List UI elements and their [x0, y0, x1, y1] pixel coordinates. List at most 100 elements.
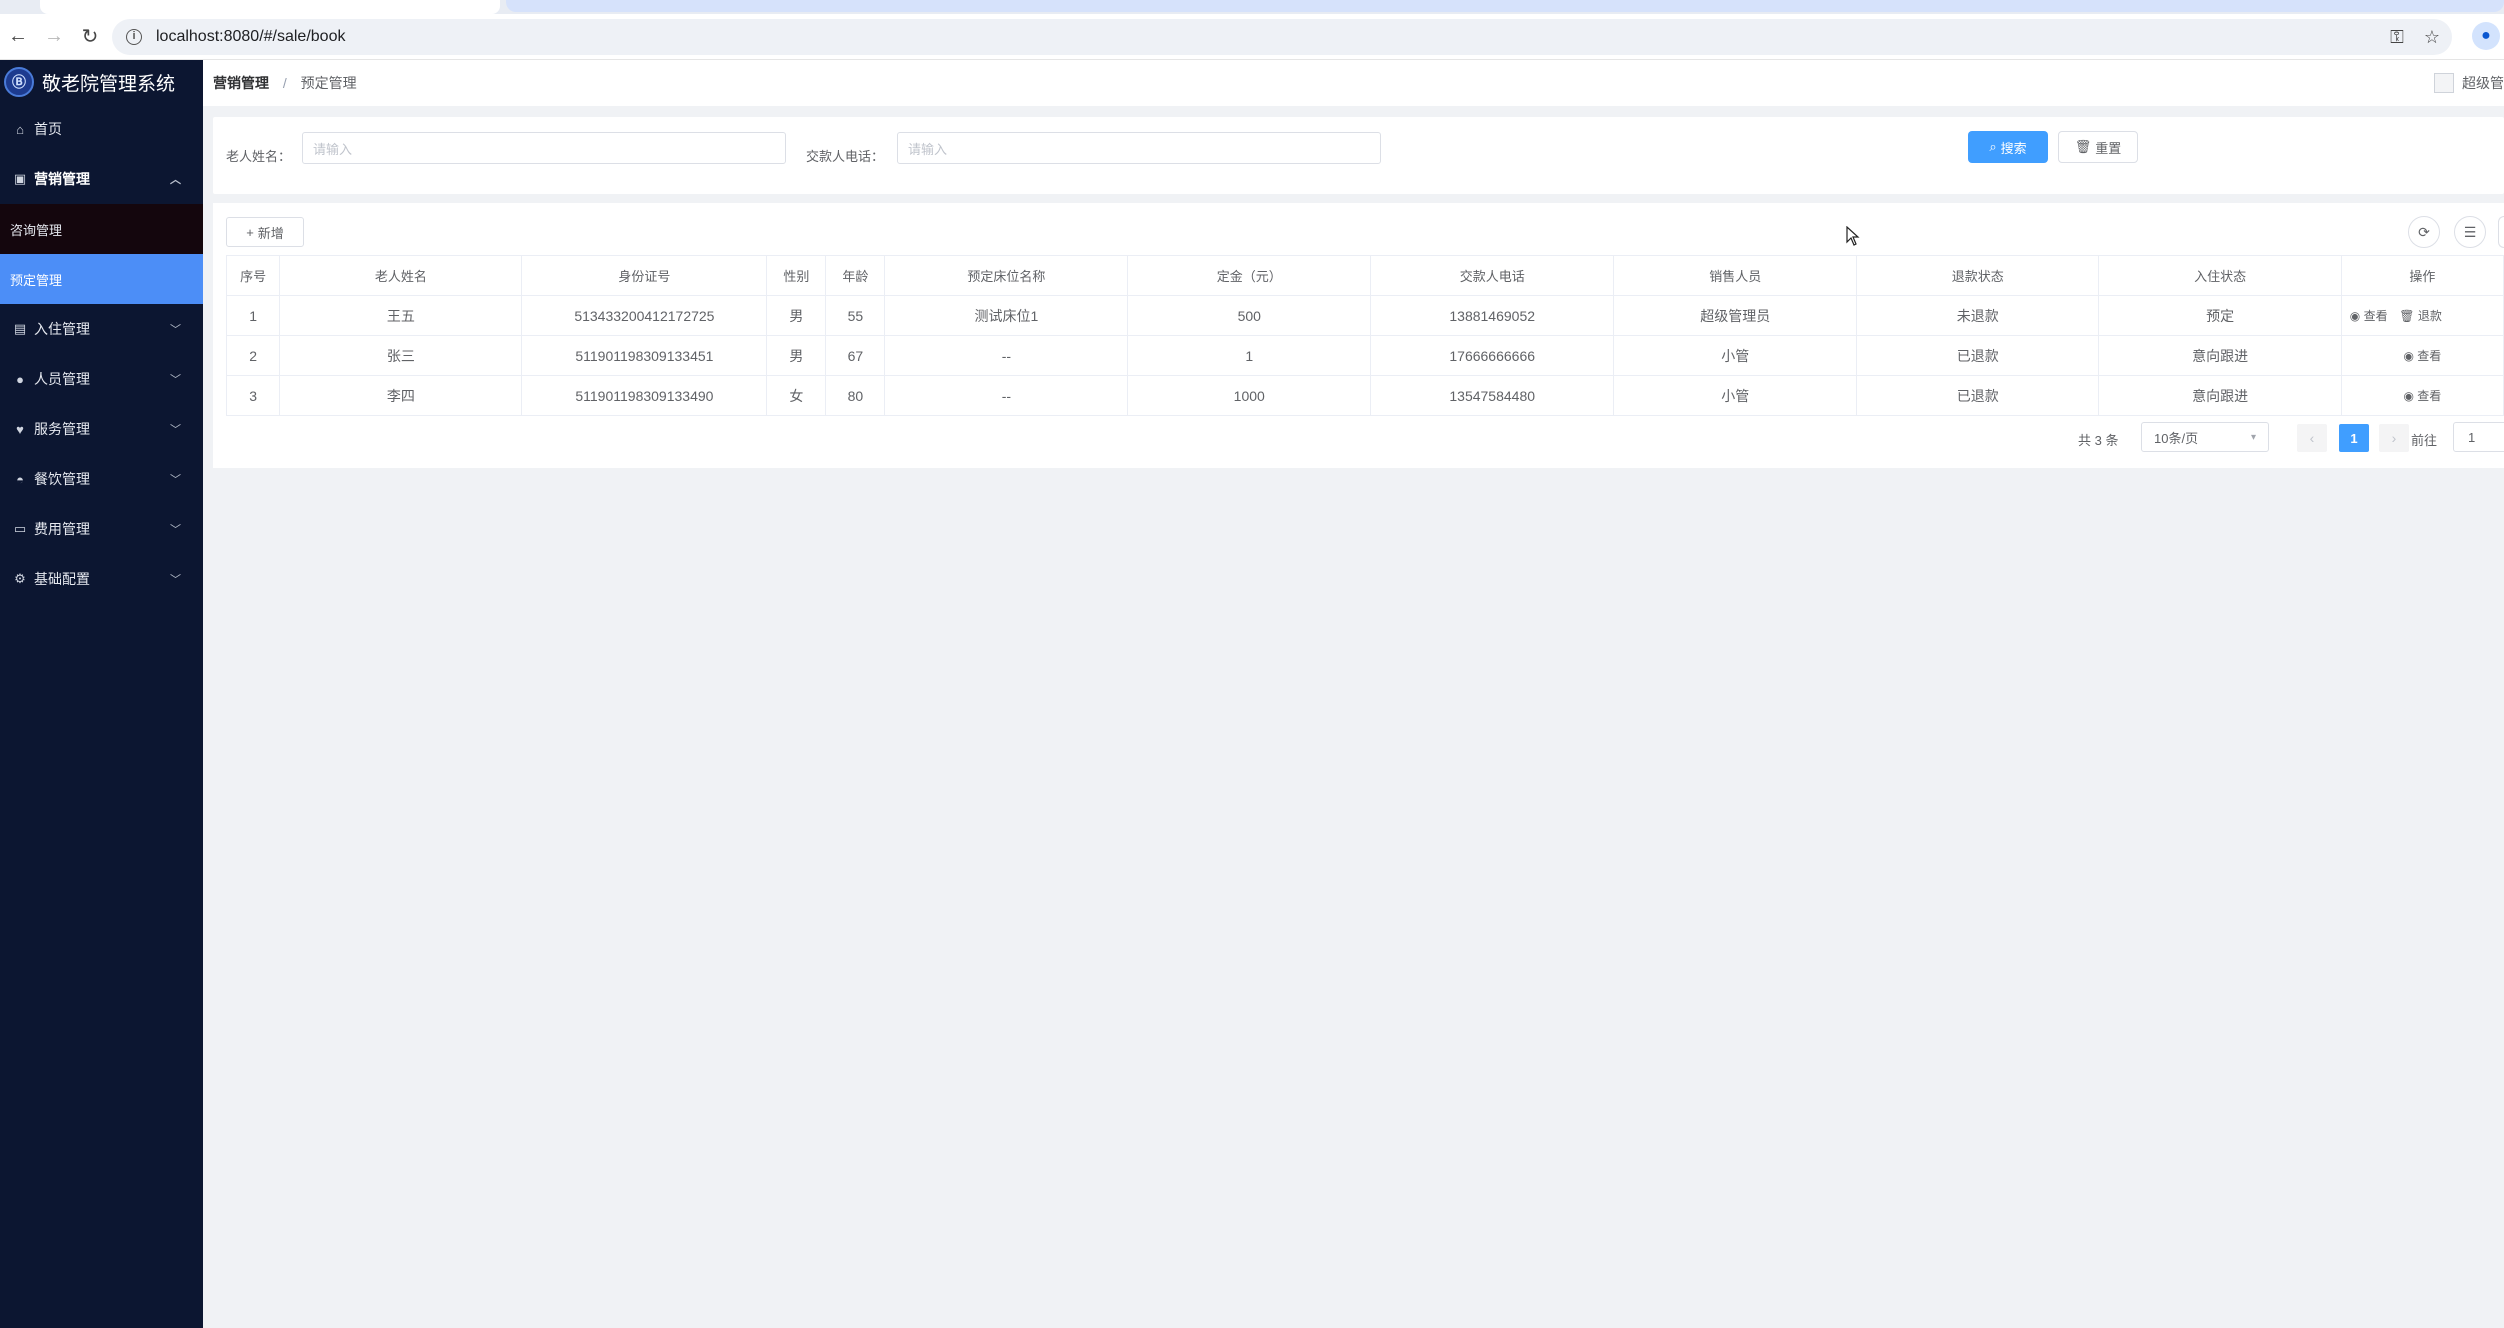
eye-icon: ◉ [2403, 389, 2414, 403]
cell-bed: 测试床位1 [884, 295, 1129, 336]
sidebar-item-fee[interactable]: ▭ 费用管理 ﹀ [0, 504, 203, 554]
col-header-status: 入住状态 [2098, 255, 2342, 296]
cell-phone: 17666666666 [1370, 335, 1615, 376]
checkin-icon: ▤ [13, 321, 27, 336]
table-row: 1 王五 513433200412172725 男 55 测试床位1 500 1… [225, 295, 2504, 336]
view-button[interactable]: ◉ 查看 [2403, 349, 2441, 363]
cell-age: 55 [825, 295, 886, 336]
refresh-icon[interactable]: ⟳ [2408, 216, 2440, 248]
pagination: 共 3 条 10条/页 ▾ ‹ 1 › 前往 1 [213, 422, 2504, 454]
sidebar-item-label: 营销管理 [34, 171, 90, 187]
cell-id: 511901198309133490 [521, 375, 768, 416]
reset-button[interactable]: 🗑 重置 [2058, 131, 2138, 163]
sidebar-item-booking[interactable]: 预定管理 [0, 254, 203, 304]
cell-no: 2 [225, 335, 281, 376]
browser-toolbar: ← → ↻ i localhost:8080/#/sale/book ⚿ ☆ ● [0, 14, 2504, 60]
sidebar-item-label: 入住管理 [34, 321, 90, 337]
cell-refund: 未退款 [1856, 295, 2100, 336]
chevron-down-icon: ﹀ [170, 574, 181, 586]
cell-no: 3 [225, 375, 281, 416]
cell-status: 意向跟进 [2098, 335, 2342, 376]
next-page-icon[interactable]: › [2379, 424, 2409, 452]
cell-gender: 男 [766, 295, 827, 336]
elder-name-input[interactable]: 请输入 [302, 132, 786, 164]
service-icon: ♥ [16, 421, 24, 437]
chevron-up-icon: ︿ [170, 174, 181, 186]
gear-icon: ⚙ [14, 571, 26, 586]
add-button[interactable]: + 新增 [226, 217, 304, 247]
bookmark-star-icon[interactable]: ☆ [2424, 27, 2440, 48]
browser-active-tab[interactable] [40, 0, 500, 14]
sidebar: Ⓑ 敬老院管理系统 ⌂ 首页 ▣ 营销管理 ︿ 咨询管理 预定管理 ▤ 入住管理… [0, 60, 203, 1328]
sidebar-item-dining[interactable]: ◓ 餐饮管理 ﹀ [0, 454, 203, 504]
view-button[interactable]: ◉ 查看 [2403, 389, 2441, 403]
sidebar-item-marketing[interactable]: ▣ 营销管理 ︿ [0, 154, 203, 204]
sidebar-item-label: 餐饮管理 [34, 471, 90, 487]
reload-icon[interactable]: ↻ [72, 19, 108, 55]
columns-settings-icon[interactable]: ☰ [2454, 216, 2486, 248]
eye-icon: ◉ [2403, 349, 2414, 363]
sidebar-item-home[interactable]: ⌂ 首页 [0, 104, 203, 154]
forward-icon[interactable]: → [36, 19, 72, 55]
breadcrumb-marketing[interactable]: 营销管理 [213, 75, 269, 91]
cell-actions: ◉ 查看 [2340, 335, 2504, 376]
sidebar-item-staff[interactable]: ● 人员管理 ﹀ [0, 354, 203, 404]
browser-tab-strip [0, 0, 2504, 14]
cell-id: 511901198309133451 [521, 335, 768, 376]
cell-status: 意向跟进 [2098, 375, 2342, 416]
search-toggle-icon[interactable] [2498, 216, 2504, 248]
sidebar-item-config[interactable]: ⚙ 基础配置 ﹀ [0, 554, 203, 604]
breadcrumb-booking: 预定管理 [300, 75, 357, 91]
cell-name: 王五 [279, 295, 523, 336]
elder-name-label: 老人姓名： [226, 149, 292, 164]
cell-actions: ◉ 查看 🗑 退款 [2340, 295, 2504, 336]
refund-button[interactable]: 🗑 退款 [2399, 309, 2442, 323]
payer-phone-label: 交款人电话： [806, 149, 885, 164]
cell-refund: 已退款 [1856, 335, 2100, 376]
address-bar[interactable]: i localhost:8080/#/sale/book ⚿ ☆ [112, 19, 2452, 55]
table-row: 3 李四 511901198309133490 女 80 -- 1000 135… [225, 375, 2504, 416]
home-icon: ⌂ [16, 121, 24, 137]
mouse-cursor-icon [1846, 226, 1860, 246]
col-header-phone: 交款人电话 [1370, 255, 1615, 296]
site-info-icon[interactable]: i [126, 29, 142, 45]
cell-gender: 女 [766, 375, 827, 416]
cell-name: 李四 [279, 375, 523, 416]
chevron-down-icon: ﹀ [170, 374, 181, 386]
sidebar-item-checkin[interactable]: ▤ 入住管理 ﹀ [0, 304, 203, 354]
col-header-age: 年龄 [825, 255, 886, 296]
view-button[interactable]: ◉ 查看 [2350, 309, 2388, 323]
app-logo: Ⓑ 敬老院管理系统 [0, 60, 203, 104]
browser-tab-area [506, 0, 2504, 12]
cell-phone: 13881469052 [1370, 295, 1615, 336]
sidebar-item-label: 基础配置 [34, 571, 90, 587]
cell-bed: -- [884, 335, 1129, 376]
page-size-select[interactable]: 10条/页 ▾ [2141, 422, 2269, 452]
breadcrumb-separator: / [282, 75, 287, 91]
cell-sales: 小管 [1613, 375, 1858, 416]
sidebar-item-label: 首页 [34, 121, 62, 137]
chevron-down-icon: ﹀ [170, 474, 181, 486]
cell-no: 1 [225, 295, 281, 336]
table-row: 2 张三 511901198309133451 男 67 -- 1 176666… [225, 335, 2504, 376]
page-number-1[interactable]: 1 [2339, 424, 2369, 452]
page-size-value: 10条/页 [2154, 430, 2199, 446]
key-icon[interactable]: ⚿ [2390, 27, 2404, 48]
view-button-label: 查看 [2417, 389, 2442, 403]
goto-page-input[interactable]: 1 [2453, 422, 2504, 452]
sidebar-item-service[interactable]: ♥ 服务管理 ﹀ [0, 404, 203, 454]
cell-name: 张三 [279, 335, 523, 376]
sidebar-item-consult[interactable]: 咨询管理 [0, 204, 203, 254]
col-header-name: 老人姓名 [279, 255, 523, 296]
payer-phone-input[interactable]: 请输入 [897, 132, 1381, 164]
address-url: localhost:8080/#/sale/book [156, 28, 346, 45]
search-button[interactable]: ⌕ 搜索 [1968, 131, 2048, 163]
back-icon[interactable]: ← [0, 19, 36, 55]
prev-page-icon[interactable]: ‹ [2297, 424, 2327, 452]
avatar[interactable] [2434, 73, 2454, 93]
logo-icon: Ⓑ [4, 67, 34, 97]
profile-icon[interactable]: ● [2472, 22, 2500, 50]
user-menu[interactable]: 超级管 [2434, 73, 2504, 93]
marketing-submenu: 咨询管理 预定管理 [0, 204, 203, 304]
search-button-label: 搜索 [2000, 140, 2027, 156]
